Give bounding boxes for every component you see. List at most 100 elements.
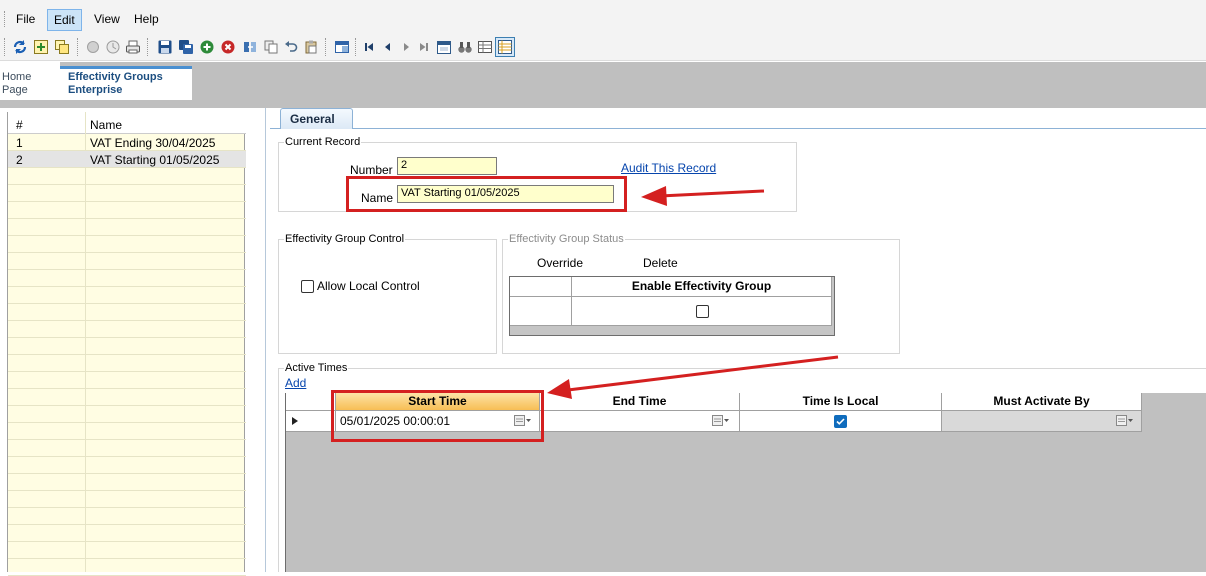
list-item-selected[interactable]: 2 VAT Starting 01/05/2025 bbox=[8, 151, 246, 168]
tab-general[interactable]: General bbox=[280, 108, 353, 129]
allow-local-control-label: Allow Local Control bbox=[317, 279, 420, 293]
active-times-legend: Active Times bbox=[285, 362, 348, 374]
menu-file[interactable]: File bbox=[10, 9, 41, 31]
empty-list-row bbox=[8, 372, 246, 389]
save-all-icon[interactable] bbox=[176, 37, 196, 57]
effectivity-group-control-legend: Effectivity Group Control bbox=[285, 233, 405, 245]
empty-list-row bbox=[8, 287, 246, 304]
start-time-highlight-box bbox=[331, 390, 544, 442]
empty-list-row bbox=[8, 440, 246, 457]
save-icon[interactable] bbox=[155, 37, 175, 57]
menu-help[interactable]: Help bbox=[128, 9, 165, 31]
tab-effectivity-groups[interactable]: Effectivity Groups Enterprise bbox=[60, 66, 192, 100]
current-record-legend: Current Record bbox=[285, 136, 361, 148]
empty-list-row bbox=[8, 219, 246, 236]
document-tab-strip: Home Page Effectivity Groups Enterprise bbox=[0, 62, 1206, 100]
tab-home-label-line2: Page bbox=[2, 84, 28, 96]
effectivity-group-status-legend: Effectivity Group Status bbox=[509, 233, 624, 245]
menu-edit[interactable]: Edit bbox=[47, 9, 82, 31]
delete-icon[interactable] bbox=[218, 37, 238, 57]
must-activate-by-picker-icon[interactable] bbox=[1116, 415, 1134, 427]
column-header-index[interactable]: # bbox=[16, 118, 23, 132]
empty-list-row bbox=[8, 202, 246, 219]
name-highlight-box bbox=[346, 176, 627, 212]
number-label: Number bbox=[350, 163, 393, 177]
empty-list-row bbox=[8, 236, 246, 253]
layout-icon[interactable] bbox=[332, 37, 352, 57]
column-header-name[interactable]: Name bbox=[90, 118, 122, 132]
column-header-must-activate-by[interactable]: Must Activate By bbox=[942, 393, 1142, 411]
end-time-picker-icon[interactable] bbox=[712, 415, 730, 427]
allow-local-control-checkbox[interactable] bbox=[301, 280, 314, 293]
grid-view-icon[interactable] bbox=[475, 37, 495, 57]
list-item-index: 2 bbox=[16, 153, 23, 167]
copy-icon[interactable] bbox=[261, 37, 281, 57]
time-is-local-cell[interactable] bbox=[740, 411, 942, 432]
add-icon[interactable] bbox=[197, 37, 217, 57]
copy-record-icon[interactable] bbox=[52, 37, 72, 57]
toolbar-grip bbox=[4, 38, 5, 56]
previous-record-icon[interactable] bbox=[378, 37, 398, 57]
menu-view[interactable]: View bbox=[88, 9, 126, 31]
disabled-clock-icon[interactable] bbox=[103, 37, 123, 57]
calendar-icon[interactable] bbox=[434, 37, 454, 57]
column-header-end-time[interactable]: End Time bbox=[540, 393, 740, 411]
audit-record-link[interactable]: Audit This Record bbox=[621, 161, 716, 175]
enable-effectivity-grid: Enable Effectivity Group bbox=[509, 276, 835, 336]
empty-list-row bbox=[8, 491, 246, 508]
toolbar-separator bbox=[355, 38, 356, 56]
refresh-icon[interactable] bbox=[10, 37, 30, 57]
toolbar bbox=[0, 34, 1206, 61]
first-record-icon[interactable] bbox=[359, 37, 379, 57]
empty-list-row bbox=[8, 457, 246, 474]
empty-list-row bbox=[8, 474, 246, 491]
tab-groups-label-line2: Enterprise bbox=[68, 84, 123, 96]
column-header-time-is-local[interactable]: Time Is Local bbox=[740, 393, 942, 411]
paste-icon[interactable] bbox=[301, 37, 321, 57]
tab-content-separator bbox=[0, 100, 1206, 108]
grid-corner-cell bbox=[510, 277, 572, 297]
tab-home-label-line1: Home bbox=[2, 71, 32, 83]
tab-home-page[interactable]: Home Page bbox=[0, 62, 60, 100]
enable-effectivity-header[interactable]: Enable Effectivity Group bbox=[572, 277, 832, 297]
form-view-icon[interactable] bbox=[495, 37, 515, 57]
list-item-index: 1 bbox=[16, 136, 23, 150]
binoculars-icon[interactable] bbox=[455, 37, 475, 57]
effectivity-group-control-group: Effectivity Group Control bbox=[278, 233, 497, 354]
empty-list-row bbox=[8, 525, 246, 542]
empty-list-row bbox=[8, 168, 246, 185]
last-record-icon[interactable] bbox=[414, 37, 434, 57]
menu-bar: File Edit View Help bbox=[0, 0, 1206, 34]
menu-grip bbox=[4, 11, 6, 27]
empty-list-row bbox=[8, 423, 246, 440]
empty-list-row bbox=[8, 559, 246, 576]
number-field[interactable]: 2 bbox=[397, 157, 497, 175]
undo-icon[interactable] bbox=[281, 37, 301, 57]
delete-label: Delete bbox=[643, 256, 678, 270]
toolbar-separator bbox=[77, 38, 78, 56]
record-list: # Name 1 VAT Ending 30/04/2025 2 VAT Sta… bbox=[7, 112, 246, 576]
disabled-circle-icon[interactable] bbox=[83, 37, 103, 57]
empty-list-row bbox=[8, 321, 246, 338]
empty-list-row bbox=[8, 508, 246, 525]
time-is-local-checkbox[interactable] bbox=[834, 415, 847, 428]
toolbar-separator bbox=[147, 38, 148, 56]
list-item[interactable]: 1 VAT Ending 30/04/2025 bbox=[8, 134, 246, 151]
grid-row-header bbox=[510, 297, 572, 326]
must-activate-by-cell[interactable] bbox=[942, 411, 1142, 432]
empty-list-row bbox=[8, 253, 246, 270]
empty-list-row bbox=[8, 355, 246, 372]
row-header[interactable] bbox=[286, 411, 336, 432]
record-list-header: # Name bbox=[8, 112, 246, 134]
current-row-indicator-icon bbox=[292, 417, 298, 425]
enable-effectivity-checkbox[interactable] bbox=[696, 305, 709, 318]
next-record-icon[interactable] bbox=[396, 37, 416, 57]
tab-groups-label-line1: Effectivity Groups bbox=[68, 71, 163, 83]
print-icon[interactable] bbox=[123, 37, 143, 57]
export-icon[interactable] bbox=[240, 37, 260, 57]
end-time-cell[interactable] bbox=[540, 411, 740, 432]
new-record-icon[interactable] bbox=[31, 37, 51, 57]
add-active-time-link[interactable]: Add bbox=[285, 376, 306, 390]
tab-underline bbox=[270, 128, 1206, 129]
list-item-name: VAT Ending 30/04/2025 bbox=[90, 136, 216, 150]
